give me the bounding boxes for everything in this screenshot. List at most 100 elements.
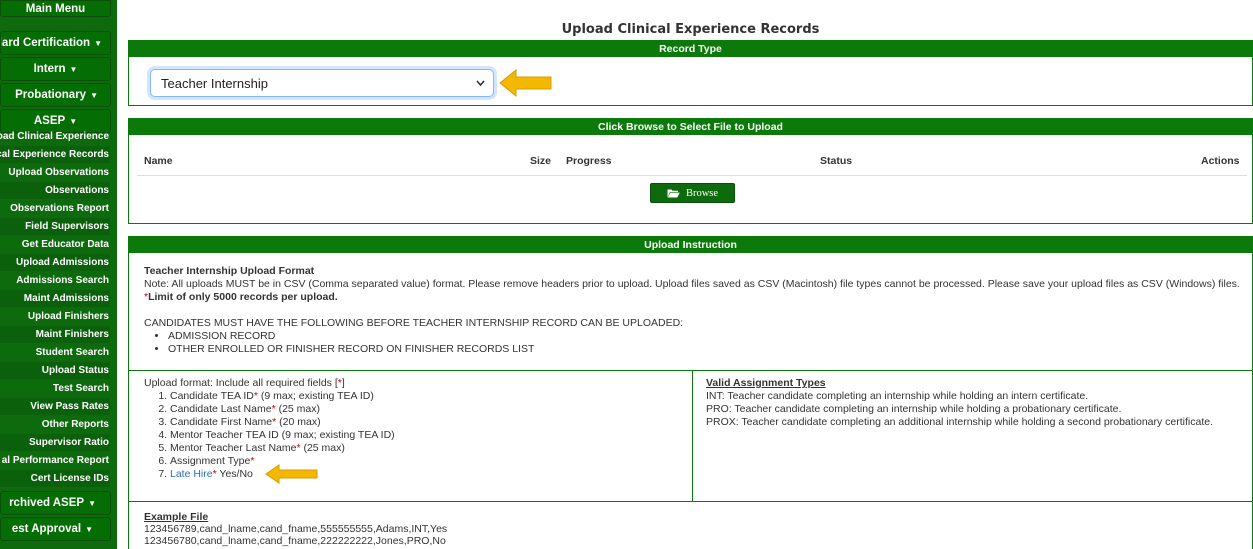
sidebar-item-maint-finishers[interactable]: Maint Finishers	[0, 326, 110, 343]
sidebar-item-upload-clinical-experience[interactable]: oad Clinical Experience	[0, 128, 110, 145]
record-type-select[interactable]: Teacher Internship	[150, 69, 494, 97]
record-limit: *Limit of only 5000 records per upload.	[144, 291, 1244, 304]
sidebar-item-observations[interactable]: Observations	[0, 182, 110, 199]
sidebar-item-view-pass-rates[interactable]: View Pass Rates	[0, 398, 110, 415]
format-title: Teacher Internship Upload Format	[144, 265, 315, 277]
sidebar-item-label: Maint Admissions	[23, 293, 109, 304]
field-list: Candidate TEA ID * (9 max; existing TEA I…	[144, 390, 684, 484]
list-item: Candidate TEA ID* (9 max; existing TEA I…	[170, 390, 684, 403]
sidebar-group-label: dard Certification	[0, 37, 91, 49]
list-item: Mentor Teacher Last Name* (25 max)	[170, 442, 684, 455]
sidebar-group-intern[interactable]: Intern ▼	[0, 57, 111, 81]
sidebar-item-get-educator-data[interactable]: Get Educator Data	[0, 236, 110, 253]
sidebar-group-archived-asep[interactable]: rchived ASEP ▼	[0, 491, 111, 515]
field-name: Mentor Teacher Last Name	[170, 442, 297, 454]
sidebar-item-label: Upload Observations	[8, 167, 109, 178]
divider	[137, 175, 1247, 176]
main-content: Upload Clinical Experience Records Recor…	[128, 0, 1253, 549]
instruction-body: Teacher Internship Upload Format Note: A…	[144, 265, 1244, 356]
sidebar-item-observations-report[interactable]: Observations Report	[0, 200, 110, 217]
sidebar-item-upload-status[interactable]: Upload Status	[0, 362, 110, 379]
list-item: OTHER ENROLLED OR FINISHER RECORD ON FIN…	[168, 343, 1244, 356]
page-title: Upload Clinical Experience Records	[561, 22, 820, 37]
sidebar-item-student-search[interactable]: Student Search	[0, 344, 110, 361]
example-line: 123456780,cand_lname,cand_fname,22222222…	[144, 535, 446, 547]
sidebar-item-test-search[interactable]: Test Search	[0, 380, 110, 397]
valid-assignment-types: Valid Assignment Types INT: Teacher cand…	[706, 377, 1246, 429]
list-item: Candidate First Name* (20 max)	[170, 416, 684, 429]
caret-down-icon: ▼	[88, 498, 96, 508]
sidebar-item-label: oad Clinical Experience	[0, 131, 109, 142]
upload-format-title: Upload format: Include all required fiel…	[144, 377, 684, 390]
sidebar-item-label: Student Search	[35, 347, 109, 358]
list-item: PROX: Teacher candidate completing an ad…	[706, 416, 1214, 428]
field-note: (25 max)	[300, 442, 345, 454]
sidebar-item-label: Upload Status	[41, 365, 109, 376]
sidebar-item-upload-observations[interactable]: Upload Observations	[0, 164, 110, 181]
list-item: PRO: Teacher candidate completing an int…	[706, 403, 1122, 415]
instruction-heading: Upload Instruction	[129, 237, 1252, 253]
sidebar-item-label: Observations	[45, 185, 109, 196]
sidebar-item-label: Get Educator Data	[21, 239, 109, 250]
sidebar-item-cert-license-ids[interactable]: Cert License IDs	[0, 470, 110, 487]
sidebar-item-clinical-experience-records[interactable]: cal Experience Records	[0, 146, 110, 163]
caret-down-icon: ▼	[69, 116, 78, 126]
list-item: Assignment Type*	[170, 455, 684, 468]
field-name: Candidate TEA ID	[170, 390, 254, 402]
browse-label: Browse	[685, 187, 719, 199]
sidebar-item-label: Supervisor Ratio	[28, 437, 109, 448]
list-item: Candidate Last Name* (25 max)	[170, 403, 684, 416]
sidebar-item-field-supervisors[interactable]: Field Supervisors	[0, 218, 110, 235]
format-note: Note: All uploads MUST be in CSV (Comma …	[144, 278, 1240, 290]
folder-open-icon	[667, 189, 680, 198]
sidebar-group-probationary[interactable]: Probationary ▼	[0, 83, 111, 107]
list-item: Mentor Teacher TEA ID (9 max; existing T…	[170, 429, 684, 442]
upload-format-prefix: Upload format: Include all required fiel…	[144, 377, 338, 389]
late-hire-link[interactable]: Late Hire	[170, 468, 213, 480]
valid-types-title: Valid Assignment Types	[706, 377, 826, 389]
upload-format: Upload format: Include all required fiel…	[144, 377, 684, 484]
field-note: (20 max)	[276, 416, 321, 428]
browse-button[interactable]: Browse	[650, 183, 735, 203]
column-progress: Progress	[566, 155, 612, 167]
prereq-title: CANDIDATES MUST HAVE THE FOLLOWING BEFOR…	[144, 317, 684, 329]
example-title: Example File	[144, 511, 209, 523]
column-status: Status	[820, 155, 853, 167]
sidebar-group-standard-certification[interactable]: dard Certification ▼	[0, 31, 111, 55]
sidebar-item-label: al Performance Report	[1, 455, 109, 466]
field-note: (9 max; existing TEA ID)	[257, 390, 374, 402]
caret-down-icon: ▼	[85, 524, 93, 534]
sidebar-item-supervisor-ratio[interactable]: Supervisor Ratio	[0, 434, 110, 451]
sidebar-item-admissions-search[interactable]: Admissions Search	[0, 272, 110, 289]
sidebar-item-label: Upload Finishers	[27, 311, 109, 322]
field-note: (25 max)	[275, 403, 320, 415]
sidebar-item-performance-report[interactable]: al Performance Report	[0, 452, 110, 469]
sidebar-group-label: Probationary	[15, 89, 87, 101]
record-limit-text: Limit of only 5000 records per upload.	[148, 291, 338, 303]
sidebar-item-label: Maint Finishers	[35, 329, 109, 340]
caret-down-icon: ▼	[90, 90, 98, 100]
column-name: Name	[144, 155, 173, 167]
sidebar-item-label: Cert License IDs	[30, 473, 109, 484]
sidebar-item-other-reports[interactable]: Other Reports	[0, 416, 110, 433]
sidebar-group-label: rchived ASEP	[9, 497, 85, 509]
chevron-down-icon	[476, 70, 485, 108]
sidebar-item-upload-finishers[interactable]: Upload Finishers	[0, 308, 110, 325]
sidebar-item-label: View Pass Rates	[30, 401, 109, 412]
sidebar-item-label: Admissions Search	[16, 275, 109, 286]
main-menu-label: Main Menu	[25, 2, 86, 15]
sidebar-item-maint-admissions[interactable]: Maint Admissions	[0, 290, 110, 307]
format-section: Upload format: Include all required fiel…	[129, 370, 1252, 502]
sidebar-group-test-approval[interactable]: est Approval ▼	[0, 517, 111, 541]
main-menu-button[interactable]: Main Menu	[0, 0, 111, 17]
upload-heading: Click Browse to Select File to Upload	[129, 119, 1252, 135]
required-star: *	[250, 455, 255, 467]
instruction-panel: Upload Instruction Teacher Internship Up…	[128, 236, 1253, 549]
field-note: Yes/No	[216, 468, 253, 480]
sidebar-item-upload-admissions[interactable]: Upload Admissions	[0, 254, 110, 271]
sidebar-item-label: Test Search	[53, 383, 109, 394]
list-item: Late Hire* Yes/No	[170, 464, 684, 484]
list-item: INT: Teacher candidate completing an int…	[706, 390, 1089, 402]
sidebar: Main Menu dard Certification ▼ Intern ▼ …	[0, 0, 117, 549]
example-line: 123456789,cand_lname,cand_fname,55555555…	[144, 523, 448, 535]
